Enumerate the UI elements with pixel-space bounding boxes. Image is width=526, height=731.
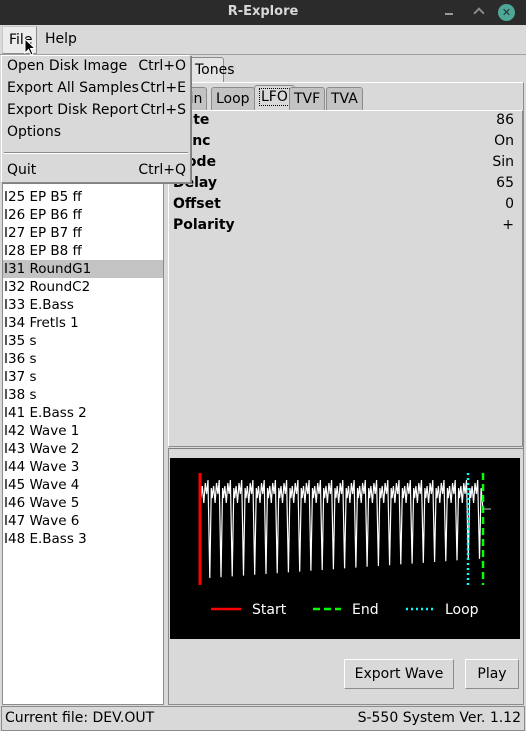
menu-item-export-disk-report[interactable]: Export Disk Report Ctrl+S [6, 100, 186, 122]
menu-item-label: Options [7, 124, 62, 140]
menu-item-open-disk-image[interactable]: Open Disk Image Ctrl+O [6, 56, 186, 78]
minimize-button[interactable] [441, 5, 457, 21]
file-menu-dropdown: Open Disk Image Ctrl+O Export All Sample… [1, 55, 191, 183]
tone-list-item[interactable]: I45 Wave 4 [3, 476, 163, 494]
menu-item-quit[interactable]: Quit Ctrl+Q [6, 160, 186, 182]
tab-tva-label: TVA [331, 91, 358, 107]
tab-lfo-label: LFO [259, 88, 290, 106]
tab-tvf[interactable]: TVF [289, 87, 326, 110]
param-value: 65 [496, 175, 514, 191]
menu-item-label: Quit [7, 162, 37, 178]
menu-separator [4, 152, 188, 154]
title-bar: R-Explore ✕ [0, 0, 526, 25]
menu-item-export-all-samples[interactable]: Export All Samples Ctrl+E [6, 78, 186, 100]
tone-list-item[interactable]: I32 RoundC2 [3, 278, 163, 296]
tone-list-item[interactable]: I36 s [3, 350, 163, 368]
tab-tvf-label: TVF [294, 91, 321, 107]
close-button[interactable]: ✕ [498, 4, 515, 21]
maximize-button[interactable] [471, 5, 487, 21]
tab-loop[interactable]: Loop [211, 87, 255, 110]
param-value: On [494, 133, 514, 149]
lfo-parameters-panel: Rate 86 Sync On Mode Sin Delay 65 Offset… [168, 110, 523, 447]
tone-list-item[interactable]: I27 EP B7 ff [3, 224, 163, 242]
tone-list-item[interactable]: I35 s [3, 332, 163, 350]
param-value: + [502, 217, 514, 233]
tab-tones-label: Tones [195, 62, 235, 78]
tone-list-item[interactable]: I28 EP B8 ff [3, 242, 163, 260]
param-value: Sin [492, 154, 514, 170]
outer-tab-bar: Tones [166, 56, 526, 83]
menu-item-shortcut: Ctrl+Q [138, 162, 186, 178]
export-wave-button[interactable]: Export Wave [344, 659, 454, 689]
waveform-trace [200, 479, 484, 579]
tone-list-item[interactable]: I25 EP B5 ff [3, 188, 163, 206]
tone-list-item[interactable]: I38 s [3, 386, 163, 404]
param-row-polarity: Polarity + [173, 217, 514, 238]
tab-tva[interactable]: TVA [326, 87, 363, 110]
tone-list-item[interactable]: I48 E.Bass 3 [3, 530, 163, 548]
legend-start-label: Start [252, 602, 287, 618]
menu-item-shortcut: Ctrl+S [140, 102, 186, 118]
tone-list-item[interactable]: I33 E.Bass [3, 296, 163, 314]
tone-list-item[interactable]: I37 s [3, 368, 163, 386]
waveform-svg: Start End Loop [198, 473, 491, 618]
menu-item-label: Open Disk Image [7, 58, 128, 74]
param-value: 86 [496, 112, 514, 128]
param-value: 0 [505, 196, 514, 212]
legend-loop-label: Loop [445, 602, 479, 618]
param-row-sync: Sync On [173, 133, 514, 154]
menu-item-shortcut: Ctrl+O [138, 58, 186, 74]
tone-list-item[interactable]: I43 Wave 2 [3, 440, 163, 458]
mouse-cursor-icon [24, 38, 37, 56]
play-button[interactable]: Play [465, 659, 519, 689]
tone-list-item[interactable]: I31 RoundG1 [3, 260, 163, 278]
tone-list-item[interactable]: I47 Wave 6 [3, 512, 163, 530]
menu-item-options[interactable]: Options [6, 122, 186, 144]
param-row-offset: Offset 0 [173, 196, 514, 217]
param-row-delay: Delay 65 [173, 175, 514, 196]
tone-list-item[interactable]: I42 Wave 1 [3, 422, 163, 440]
status-bar: Current file: DEV.OUT S-550 System Ver. … [1, 706, 525, 731]
param-row-mode: Mode Sin [173, 154, 514, 175]
menu-help[interactable]: Help [45, 31, 77, 47]
menu-item-label: Export Disk Report [7, 102, 139, 118]
menu-item-shortcut: Ctrl+E [140, 80, 187, 96]
menu-bar: File Help [0, 25, 526, 55]
current-file-label: Current file: DEV.OUT [5, 710, 155, 726]
version-label: S-550 System Ver. 1.12 [357, 710, 521, 726]
menu-item-label: Export All Samples [7, 80, 139, 96]
tone-list-item[interactable]: I44 Wave 3 [3, 458, 163, 476]
param-name: Offset [173, 196, 221, 212]
tone-list-item[interactable]: I46 Wave 5 [3, 494, 163, 512]
tab-tones[interactable]: Tones [188, 57, 235, 83]
param-name: Polarity [173, 217, 235, 233]
tab-loop-label: Loop [216, 91, 250, 107]
param-row-rate: Rate 86 [173, 112, 514, 133]
tone-list-item[interactable]: I41 E.Bass 2 [3, 404, 163, 422]
tone-list-item[interactable]: I26 EP B6 ff [3, 206, 163, 224]
inner-tab-bar: Main Loop LFO TVF TVA [164, 85, 524, 110]
legend-end-label: End [352, 602, 379, 618]
waveform-display: Start End Loop [170, 458, 520, 639]
tone-list-item[interactable]: I34 Fretls 1 [3, 314, 163, 332]
